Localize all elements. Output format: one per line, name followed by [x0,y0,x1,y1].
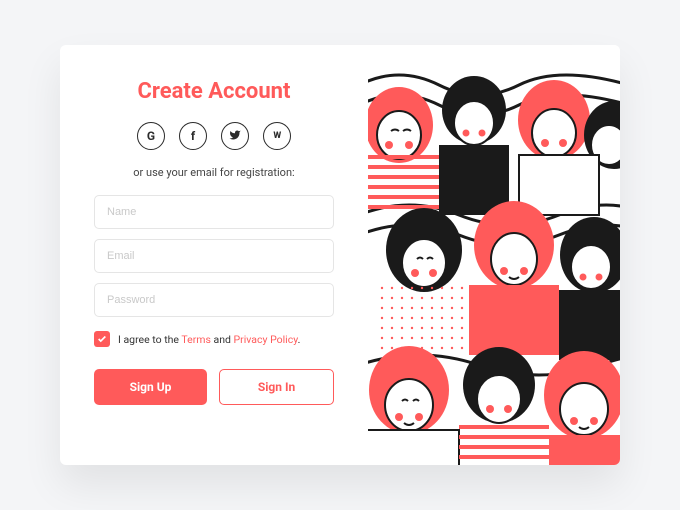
privacy-link[interactable]: Privacy Policy [234,333,298,346]
terms-link[interactable]: Terms [181,333,211,346]
google-login-button[interactable]: G [137,122,165,150]
facebook-icon: f [191,129,195,143]
agree-text: I agree to the Terms and Privacy Policy. [118,333,300,346]
agree-row: I agree to the Terms and Privacy Policy. [94,331,334,347]
password-field[interactable] [94,283,334,317]
crowd-illustration [368,45,620,465]
vk-login-button[interactable]: W [263,122,291,150]
button-row: Sign Up Sign In [94,369,334,405]
illustration-pane [368,45,620,465]
page-title: Create Account [94,79,334,104]
form-pane: Create Account G f W or use your email f… [60,45,368,465]
signup-card: Create Account G f W or use your email f… [60,45,620,465]
facebook-login-button[interactable]: f [179,122,207,150]
agree-checkbox[interactable] [94,331,110,347]
signup-button[interactable]: Sign Up [94,369,207,405]
google-icon: G [147,129,155,143]
twitter-login-button[interactable] [221,122,249,150]
vk-icon: W [273,131,280,141]
subtitle: or use your email for registration: [94,166,334,179]
twitter-icon [229,129,241,144]
email-field[interactable] [94,239,334,273]
check-icon [97,334,107,344]
name-field[interactable] [94,195,334,229]
social-login-row: G f W [94,122,334,150]
signin-button[interactable]: Sign In [219,369,334,405]
